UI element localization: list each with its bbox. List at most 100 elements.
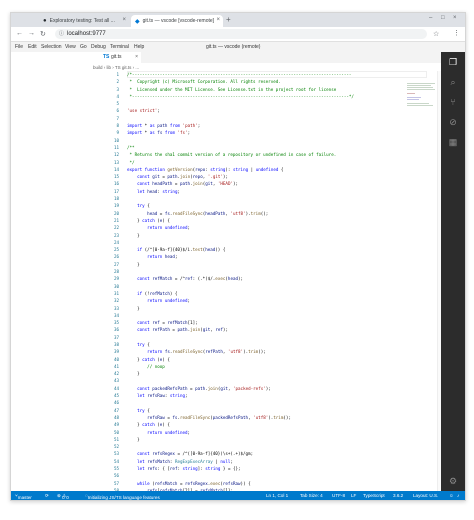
- code-line[interactable]: // noop: [127, 363, 354, 370]
- code-line[interactable]: const ref = refMatch[1];: [127, 319, 354, 326]
- close-tab-icon[interactable]: ×: [216, 17, 220, 23]
- code-line[interactable]: } catch (e) {: [127, 217, 354, 224]
- code-line[interactable]: [127, 312, 354, 319]
- breadcrumb[interactable]: build › lib › TS git.ts › ...: [93, 65, 139, 70]
- code-line[interactable]: return head;: [127, 253, 354, 260]
- code-line[interactable]: [127, 239, 354, 246]
- code-line[interactable]: try {: [127, 202, 354, 209]
- code-line[interactable]: *---------------------------------------…: [127, 93, 354, 100]
- code-line[interactable]: import * as path from 'path';: [127, 122, 354, 129]
- code-line[interactable]: export function getVersion(repo: string)…: [127, 166, 354, 173]
- tab-size[interactable]: Tab Size: 4: [300, 493, 323, 498]
- manage-gear-icon[interactable]: ⚙: [447, 475, 459, 487]
- reload-icon[interactable]: ↻: [40, 30, 46, 38]
- code-line[interactable]: const packedRefsPath = path.join(git, 'p…: [127, 385, 354, 392]
- code-line[interactable]: * Returns the sha1 commit version of a r…: [127, 151, 354, 158]
- code-line[interactable]: }: [127, 305, 354, 312]
- code-line[interactable]: [127, 115, 354, 122]
- close-tab-icon[interactable]: ×: [122, 17, 126, 23]
- code-line[interactable]: /*--------------------------------------…: [127, 71, 354, 78]
- code-line[interactable]: let refsRaw: string;: [127, 392, 354, 399]
- code-line[interactable]: let refsMatch: RegExpExecArray | null;: [127, 458, 354, 465]
- code-line[interactable]: [127, 268, 354, 275]
- code-line[interactable]: }: [127, 261, 354, 268]
- code-line[interactable]: try {: [127, 341, 354, 348]
- menu-selection[interactable]: Selection: [41, 44, 62, 50]
- code-line[interactable]: [127, 399, 354, 406]
- code-line[interactable]: if (!refMatch) {: [127, 290, 354, 297]
- code-line[interactable]: while (refsMatch = refsRegex.exec(refsRa…: [127, 480, 354, 487]
- code-line[interactable]: 'use strict';: [127, 107, 354, 114]
- bookmark-star-icon[interactable]: ☆: [433, 30, 439, 38]
- problems-status[interactable]: ⊗ 0 ⚠ 0: [57, 493, 69, 500]
- code-line[interactable]: [127, 283, 354, 290]
- code-line[interactable]: return undefined;: [127, 297, 354, 304]
- notifications-bell-icon[interactable]: ♪: [457, 493, 459, 498]
- code-line[interactable]: try {: [127, 407, 354, 414]
- debug-icon[interactable]: ⊘: [447, 116, 459, 128]
- close-window-icon[interactable]: ×: [453, 15, 457, 21]
- encoding[interactable]: UTF-8: [332, 493, 345, 498]
- language-mode[interactable]: TypeScript: [363, 493, 385, 498]
- code-line[interactable]: const refMatch = /^ref: (.*)$/.exec(head…: [127, 275, 354, 282]
- editor-tab-git-ts[interactable]: TS git.ts ×: [93, 52, 141, 63]
- source-control-icon[interactable]: ⑂: [447, 96, 459, 108]
- keyboard-layout[interactable]: Layout: U.S.: [413, 493, 438, 498]
- code-line[interactable]: }: [127, 370, 354, 377]
- code-line[interactable]: return undefined;: [127, 429, 354, 436]
- menu-debug[interactable]: Debug: [91, 44, 106, 50]
- close-editor-icon[interactable]: ×: [135, 52, 138, 63]
- sync-icon[interactable]: ⟳: [45, 493, 49, 499]
- menu-edit[interactable]: Edit: [28, 44, 37, 50]
- minimize-icon[interactable]: –: [429, 15, 432, 21]
- forward-icon[interactable]: →: [28, 30, 35, 37]
- feedback-icon[interactable]: ☺: [449, 493, 454, 498]
- code-line[interactable]: const git = path.join(repo, '.git');: [127, 173, 354, 180]
- code-line[interactable]: [127, 137, 354, 144]
- code-line[interactable]: if (/^[0-9a-f]{40}$/i.test(head)) {: [127, 246, 354, 253]
- code-line[interactable]: let head: string;: [127, 188, 354, 195]
- menu-go[interactable]: Go: [80, 44, 87, 50]
- code-line[interactable]: * Licensed under the MIT License. See Li…: [127, 86, 354, 93]
- code-line[interactable]: */: [127, 159, 354, 166]
- code-line[interactable]: [127, 377, 354, 384]
- extensions-icon[interactable]: ▦: [447, 136, 459, 148]
- code-line[interactable]: const refPath = path.join(git, ref);: [127, 326, 354, 333]
- new-tab-button[interactable]: +: [226, 15, 231, 24]
- menu-file[interactable]: File: [15, 44, 23, 50]
- branch-status[interactable]: ⑂ master: [15, 493, 32, 500]
- code-line[interactable]: [127, 195, 354, 202]
- code-line[interactable]: [127, 334, 354, 341]
- code-line[interactable]: * Copyright (c) Microsoft Corporation. A…: [127, 78, 354, 85]
- code-line[interactable]: [127, 443, 354, 450]
- code-line[interactable]: }: [127, 232, 354, 239]
- code-line[interactable]: return fs.readFileSync(refPath, 'utf8').…: [127, 348, 354, 355]
- cursor-position[interactable]: Ln 1, Col 1: [266, 493, 288, 498]
- code-line[interactable]: }: [127, 436, 354, 443]
- code-line[interactable]: } catch (e) {: [127, 356, 354, 363]
- code-lines[interactable]: /*--------------------------------------…: [127, 71, 354, 500]
- code-editor[interactable]: 1 2 3 4 5 6 7 8 9 10 11 12 13 14 15 16 17 18 19 20 21 22 23 24 2…: [93, 71, 441, 500]
- search-icon[interactable]: ⌕: [447, 76, 459, 88]
- code-line[interactable]: /**: [127, 144, 354, 151]
- menu-help[interactable]: Help: [134, 44, 144, 50]
- code-line[interactable]: [127, 472, 354, 479]
- url-input[interactable]: ⓘ localhost:9777: [55, 29, 427, 39]
- code-line[interactable]: refsRaw = fs.readFileSync(packedRefsPath…: [127, 414, 354, 421]
- code-line[interactable]: return undefined;: [127, 224, 354, 231]
- browser-tab-vscode[interactable]: ◆ git.ts — vscode [vscode-remote] ×: [131, 15, 223, 27]
- code-line[interactable]: [127, 100, 354, 107]
- code-line[interactable]: import * as fs from 'fs';: [127, 129, 354, 136]
- code-line[interactable]: const headPath = path.join(git, 'HEAD');: [127, 180, 354, 187]
- maximize-icon[interactable]: □: [441, 15, 445, 21]
- back-icon[interactable]: ←: [16, 30, 23, 37]
- browser-menu-icon[interactable]: ⋮: [453, 29, 460, 37]
- minimap[interactable]: [407, 83, 437, 115]
- browser-tab-exploratory[interactable]: ● Exploratory testing: Test all ... ×: [39, 15, 129, 27]
- code-line[interactable]: const refsRegex = /^([0-9a-f]{40})\s+(.+…: [127, 450, 354, 457]
- code-line[interactable]: } catch (e) {: [127, 421, 354, 428]
- menu-terminal[interactable]: Terminal: [110, 44, 129, 50]
- explorer-icon[interactable]: ❐: [447, 56, 459, 68]
- end-of-line[interactable]: LF: [351, 493, 356, 498]
- menu-view[interactable]: View: [65, 44, 76, 50]
